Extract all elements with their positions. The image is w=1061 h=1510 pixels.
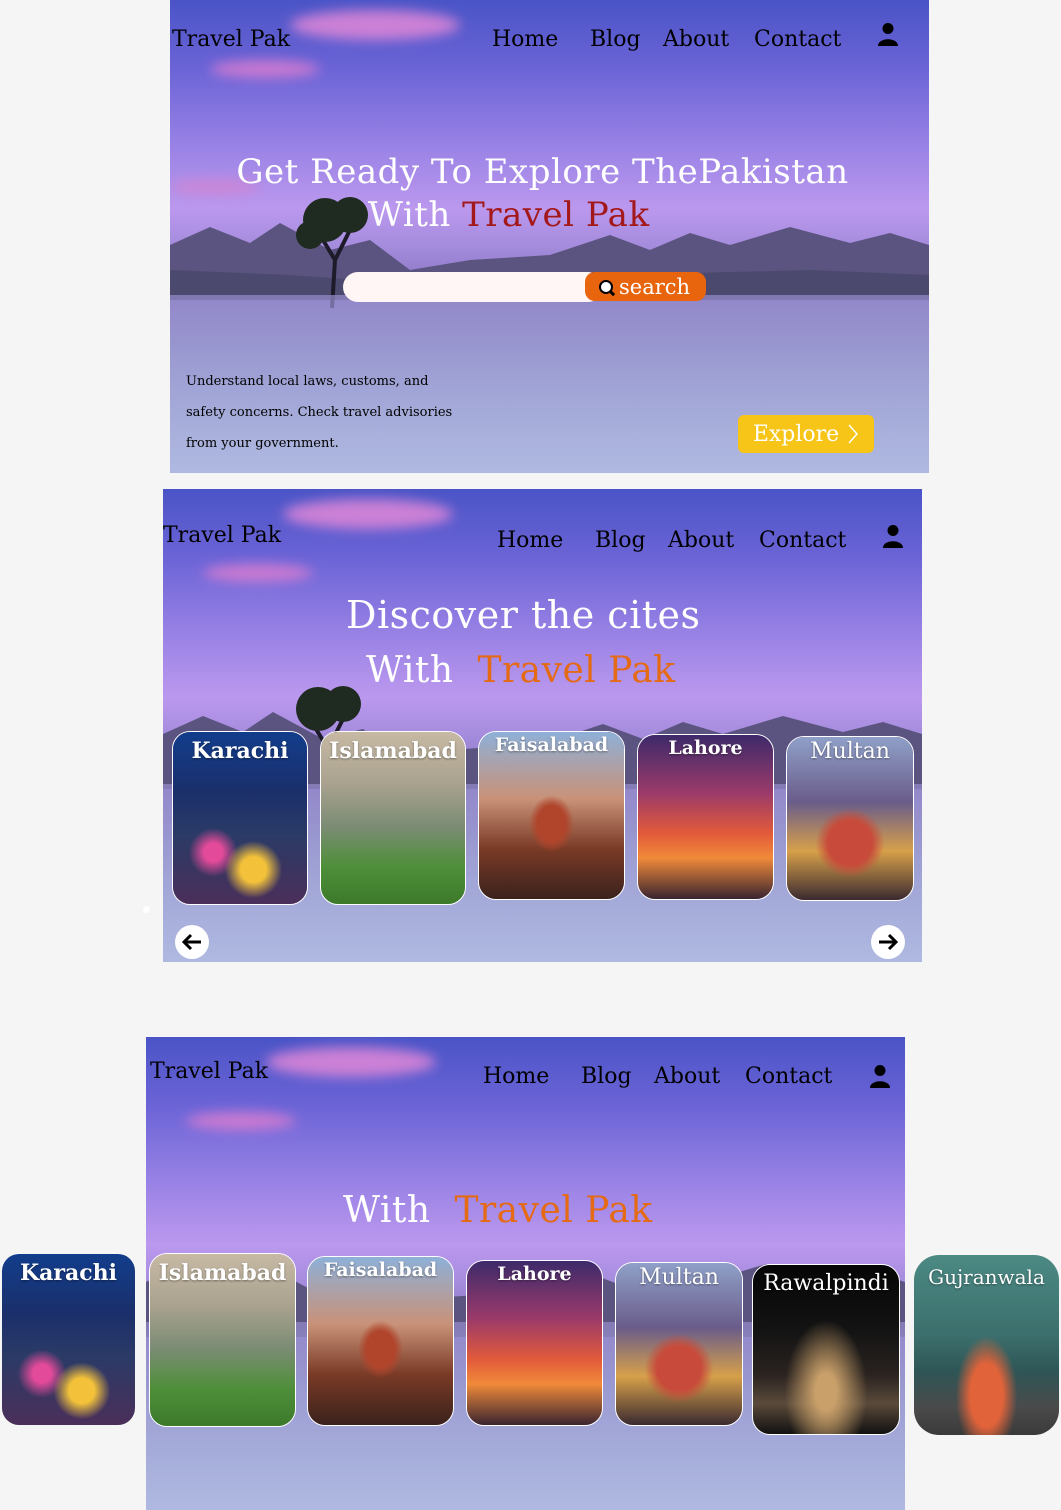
user-icon[interactable] <box>877 22 899 46</box>
city-label: Faisalabad <box>323 1259 438 1281</box>
city-card-faisalabad[interactable]: Faisalabad <box>307 1256 454 1426</box>
search-input[interactable] <box>343 272 603 302</box>
nav-blog[interactable]: Blog <box>590 27 641 52</box>
hero-title: Get Ready To Explore ThePakistan <box>170 152 915 192</box>
cloud-decoration <box>283 499 453 529</box>
prev-button[interactable] <box>175 925 209 959</box>
site-logo[interactable]: Travel Pak <box>172 27 290 52</box>
city-label: Lahore <box>668 737 743 759</box>
with-text: With <box>343 1190 431 1231</box>
nav-about[interactable]: About <box>668 528 734 553</box>
hero-title-line1: Get Ready To Explore ThePakistan <box>236 152 849 192</box>
site-logo[interactable]: Travel Pak <box>150 1059 268 1084</box>
brand-text: Travel Pak <box>454 1190 653 1231</box>
city-label: Rawalpindi <box>763 1271 889 1296</box>
site-logo[interactable]: Travel Pak <box>163 523 281 548</box>
user-icon[interactable] <box>882 524 904 548</box>
city-card-islamabad[interactable]: Islamabad <box>320 731 466 905</box>
nav-about[interactable]: About <box>654 1064 720 1089</box>
nav-home[interactable]: Home <box>483 1064 549 1089</box>
faisalabad-image <box>479 732 624 899</box>
city-label: Multan <box>639 1265 719 1290</box>
city-card-faisalabad[interactable]: Faisalabad <box>478 731 625 900</box>
city-card-karachi[interactable]: Karachi <box>1 1253 136 1426</box>
hero-subtitle: With Travel Pak <box>368 195 650 235</box>
nav-contact[interactable]: Contact <box>759 528 846 553</box>
arrow-left-icon <box>181 933 201 951</box>
carousel-dot[interactable] <box>143 906 150 913</box>
brand-text: Travel Pak <box>477 650 676 691</box>
city-card-multan[interactable]: Multan <box>615 1262 743 1426</box>
section-subtitle: With Travel Pak <box>366 650 676 691</box>
city-card-lahore[interactable]: Lahore <box>637 734 774 900</box>
user-icon[interactable] <box>869 1064 891 1088</box>
cloud-decoration <box>210 60 320 78</box>
nav-blog[interactable]: Blog <box>581 1064 632 1089</box>
nav-home[interactable]: Home <box>492 27 558 52</box>
faisalabad-image <box>308 1257 453 1425</box>
hero-with-text: With <box>368 195 451 235</box>
city-label: Faisalabad <box>494 734 609 756</box>
city-card-lahore[interactable]: Lahore <box>466 1260 603 1426</box>
nav-contact[interactable]: Contact <box>754 27 841 52</box>
city-label: Multan <box>810 739 890 764</box>
with-text: With <box>366 650 454 691</box>
cloud-decoration <box>290 10 460 40</box>
city-label: Gujranwala <box>928 1265 1045 1289</box>
city-card-karachi[interactable]: Karachi <box>172 731 308 905</box>
city-label: Islamabad <box>329 738 457 764</box>
search-icon <box>599 279 613 294</box>
cloud-decoration <box>203 564 313 582</box>
nav-contact[interactable]: Contact <box>745 1064 832 1089</box>
cloud-decoration <box>186 1112 296 1130</box>
nav-home[interactable]: Home <box>497 528 563 553</box>
explore-button-label: Explore <box>752 421 840 447</box>
lahore-image <box>467 1261 602 1425</box>
city-label: Karachi <box>191 738 289 764</box>
search-button-label: search <box>619 274 691 299</box>
city-label: Lahore <box>497 1263 572 1285</box>
city-card-gujranwala[interactable]: Gujranwala <box>913 1254 1060 1436</box>
city-label: Islamabad <box>158 1260 287 1286</box>
section-title: Discover the cites <box>346 593 701 637</box>
city-card-rawalpindi[interactable]: Rawalpindi <box>752 1264 900 1435</box>
next-button[interactable] <box>871 925 905 959</box>
nav-about[interactable]: About <box>663 27 729 52</box>
hero-brand-text: Travel Pak <box>462 195 650 235</box>
city-card-islamabad[interactable]: Islamabad <box>149 1253 296 1427</box>
hero-section: Travel Pak Home Blog About Contact Get R… <box>170 0 929 473</box>
cloud-decoration <box>266 1047 436 1077</box>
travel-tips-text: Understand local laws, customs, and safe… <box>186 374 453 451</box>
arrow-right-icon <box>879 933 899 951</box>
nav-blog[interactable]: Blog <box>595 528 646 553</box>
city-card-multan[interactable]: Multan <box>786 736 914 901</box>
section-subtitle: With Travel Pak <box>343 1190 653 1231</box>
search-button[interactable]: search <box>585 272 706 301</box>
explore-button[interactable]: Explore <box>738 415 874 453</box>
city-label: Karachi <box>20 1260 117 1286</box>
chevron-right-icon <box>848 424 859 444</box>
discover-cities-section: Travel Pak Home Blog About Contact Disco… <box>163 489 922 962</box>
lahore-image <box>638 735 773 899</box>
